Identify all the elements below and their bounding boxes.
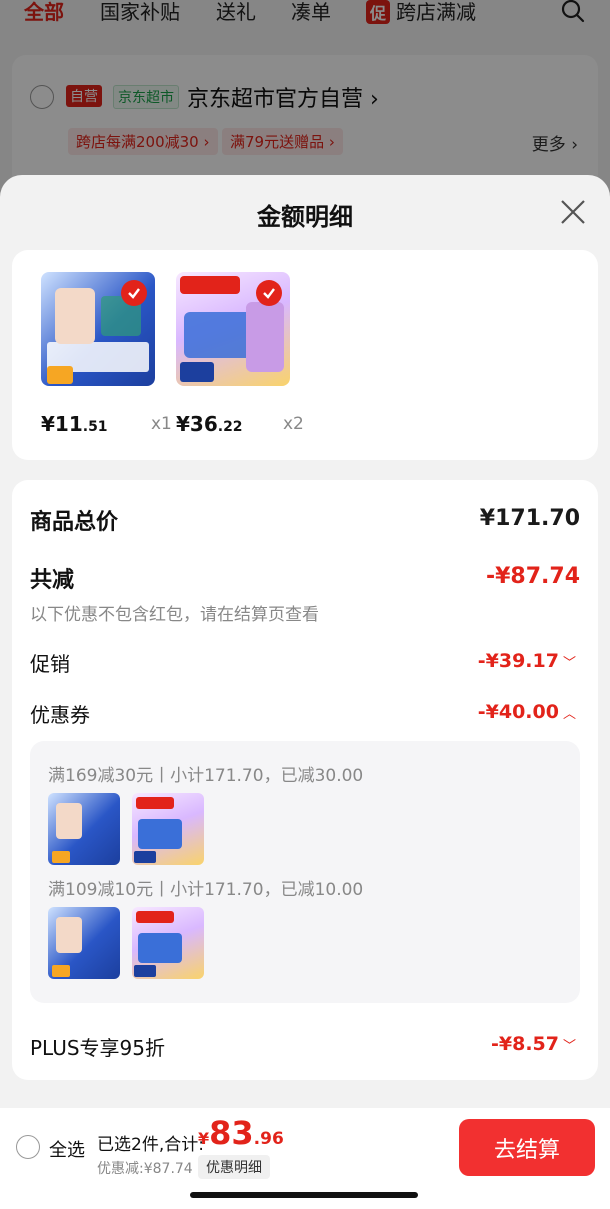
promo-row-toggle[interactable]: -¥39.17 ﹀: [478, 650, 576, 672]
checkout-bar: 全选 已选2件,合计: ¥83.96 优惠减:¥87.74 优惠明细 去结算: [0, 1108, 610, 1209]
product-price: ¥11.51: [41, 412, 108, 436]
coupon-row-toggle[interactable]: -¥40.00 ︿: [478, 701, 576, 723]
price-dec: .22: [217, 419, 243, 435]
plus-label: PLUS专享95折: [30, 1036, 165, 1060]
plus-value: -¥8.57: [491, 1033, 559, 1055]
coupon-line: 满169减30元丨小计171.70，已减30.00: [48, 766, 364, 786]
total-yen: ¥: [198, 1129, 210, 1148]
coupon-label: 优惠券: [30, 703, 90, 727]
discount-note: 以下优惠不包含红包，请在结算页查看: [30, 605, 319, 625]
coupon-detail-box: 满169减30元丨小计171.70，已减30.00 满109减10元丨小计171…: [30, 741, 580, 1003]
chevron-down-icon: ﹀: [562, 656, 576, 671]
tissue-thumb-image: [132, 793, 204, 865]
total-amount: ¥83.96: [198, 1114, 284, 1152]
select-all-label[interactable]: 全选: [49, 1136, 85, 1162]
checked-icon: [256, 280, 282, 306]
price-int: ¥11: [41, 412, 83, 436]
product-item[interactable]: ¥11.51 x1: [41, 272, 172, 436]
product-qty: x1: [151, 414, 172, 434]
product-price: ¥36.22: [176, 412, 243, 436]
close-icon[interactable]: [558, 197, 588, 227]
checked-icon: [121, 280, 147, 306]
tissue-thumb-image: [48, 907, 120, 979]
amount-detail-card: 商品总价 ¥171.70 共减 -¥87.74 以下优惠不包含红包，请在结算页查…: [12, 480, 598, 1080]
coupon-value: -¥40.00: [477, 701, 559, 723]
selected-products-card: ¥11.51 x1 ¥36.22 x2: [12, 250, 598, 460]
saved-amount: 优惠减:¥87.74: [97, 1161, 193, 1177]
tissue-thumb-image: [48, 793, 120, 865]
checkout-button[interactable]: 去结算: [459, 1119, 595, 1176]
total-int: 83: [209, 1114, 254, 1152]
tissue-thumb-image: [132, 907, 204, 979]
tissue-product-image: [176, 272, 290, 386]
amount-detail-sheet: 金额明细 ¥11.51 x1 ¥36.22 x2 商品总价 ¥171.70 共减…: [0, 175, 610, 1209]
selected-summary: 已选2件,合计:: [97, 1135, 204, 1155]
discount-value: -¥87.74: [485, 564, 580, 589]
price-int: ¥36: [176, 412, 218, 436]
chevron-down-icon: ﹀: [562, 1039, 576, 1054]
home-indicator: [190, 1192, 418, 1198]
plus-row-toggle[interactable]: -¥8.57 ﹀: [491, 1033, 576, 1055]
tissue-product-image: [41, 272, 155, 386]
product-qty: x2: [283, 414, 304, 434]
select-all-radio[interactable]: [16, 1135, 40, 1159]
sheet-title: 金额明细: [257, 203, 353, 231]
total-price-value: ¥171.70: [479, 506, 580, 531]
total-price-label: 商品总价: [30, 510, 119, 535]
promo-value: -¥39.17: [477, 650, 559, 672]
chevron-up-icon: ︿: [562, 707, 576, 722]
product-item[interactable]: ¥36.22 x2: [176, 272, 306, 436]
coupon-line: 满109减10元丨小计171.70，已减10.00: [48, 880, 364, 900]
promo-label: 促销: [30, 652, 70, 676]
discount-detail-button[interactable]: 优惠明细: [198, 1155, 270, 1179]
discount-label: 共减: [30, 568, 75, 593]
price-dec: .51: [82, 419, 108, 435]
total-dec: .96: [253, 1129, 284, 1149]
